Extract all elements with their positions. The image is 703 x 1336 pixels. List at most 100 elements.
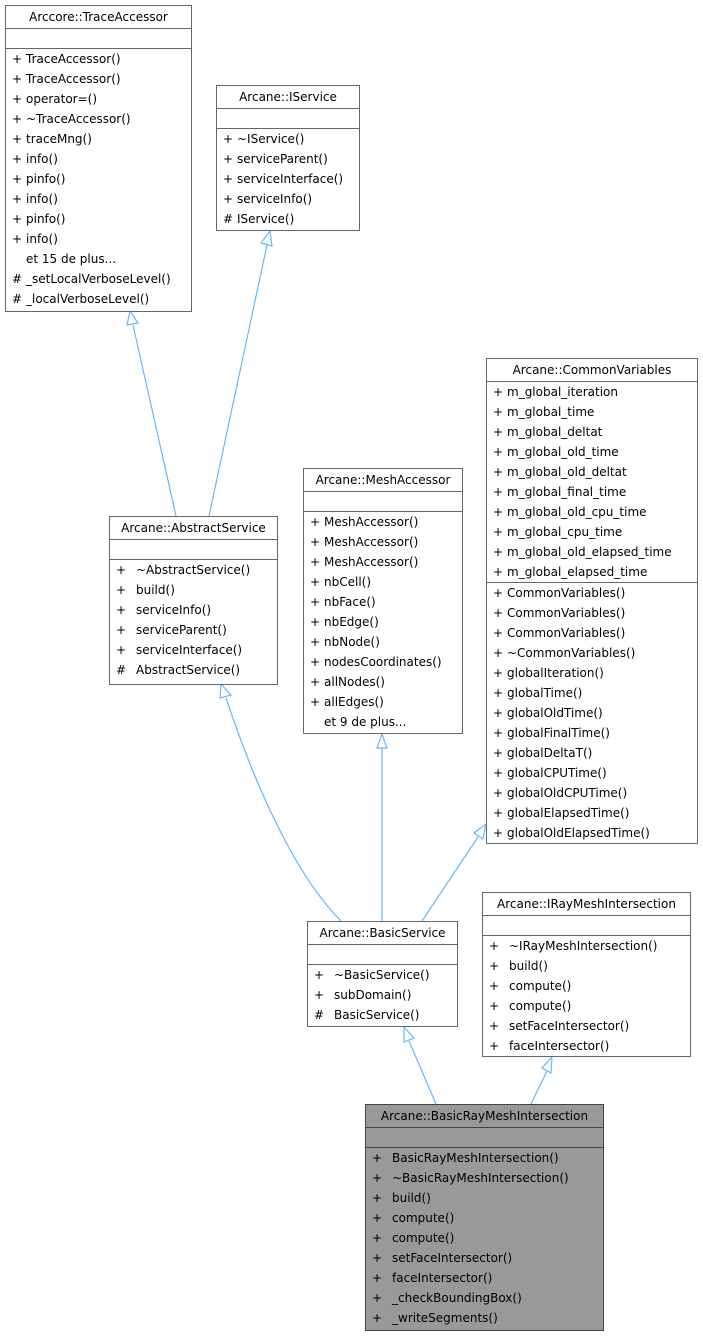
method-row[interactable]: + serviceInfo()	[116, 600, 277, 620]
method-row[interactable]: + setFaceIntersector()	[489, 1016, 690, 1036]
member-name[interactable]: compute()	[392, 1211, 454, 1225]
member-name[interactable]: _checkBoundingBox()	[392, 1291, 522, 1305]
member-name[interactable]: traceMng()	[26, 132, 92, 146]
class-title[interactable]: Arcane::IRayMeshIntersection	[483, 893, 690, 916]
member-name[interactable]: pinfo()	[26, 212, 66, 226]
member-name[interactable]: TraceAccessor()	[26, 72, 121, 86]
method-row[interactable]: + globalFinalTime()	[493, 723, 697, 743]
method-row[interactable]: + TraceAccessor()	[12, 69, 191, 89]
member-name[interactable]: m_global_deltat	[507, 425, 602, 439]
attribute-row[interactable]: + m_global_time	[493, 402, 697, 422]
method-row[interactable]: + globalTime()	[493, 683, 697, 703]
method-row[interactable]: + serviceInterface()	[116, 640, 277, 660]
member-name[interactable]: ~CommonVariables()	[507, 646, 635, 660]
method-row[interactable]: + ~CommonVariables()	[493, 643, 697, 663]
class-iray-mesh-intersection[interactable]: Arcane::IRayMeshIntersection + ~IRayMeshI…	[482, 892, 691, 1057]
method-row[interactable]: + allEdges()	[310, 692, 462, 712]
method-row[interactable]: + pinfo()	[12, 209, 191, 229]
member-name[interactable]: build()	[136, 583, 175, 597]
class-abstract-service[interactable]: Arcane::AbstractService + ~AbstractServic…	[109, 516, 278, 685]
method-row[interactable]: # AbstractService()	[116, 660, 277, 680]
method-row[interactable]: + globalOldCPUTime()	[493, 783, 697, 803]
attribute-row[interactable]: + m_global_iteration	[493, 382, 697, 402]
member-name[interactable]: nbFace()	[324, 595, 376, 609]
attribute-row[interactable]: + m_global_old_time	[493, 442, 697, 462]
method-row[interactable]: + subDomain()	[314, 985, 457, 1005]
member-name[interactable]: ~IService()	[237, 132, 304, 146]
member-name[interactable]: allEdges()	[324, 695, 384, 709]
class-title[interactable]: Arcane::IService	[217, 86, 359, 109]
member-name[interactable]: ~BasicRayMeshIntersection()	[392, 1171, 569, 1185]
member-name[interactable]: m_global_old_elapsed_time	[507, 545, 672, 559]
method-row[interactable]: + globalDeltaT()	[493, 743, 697, 763]
member-name[interactable]: ~BasicService()	[334, 968, 430, 982]
class-mesh-accessor[interactable]: Arcane::MeshAccessor + MeshAccessor() + Mes…	[303, 468, 463, 734]
member-name[interactable]: globalFinalTime()	[507, 726, 610, 740]
member-name[interactable]: IService()	[237, 212, 294, 226]
member-name[interactable]: serviceInterface()	[237, 172, 343, 186]
class-common-variables[interactable]: Arcane::CommonVariables + m_global_iterat…	[486, 358, 698, 844]
member-name[interactable]: serviceInfo()	[136, 603, 211, 617]
member-name[interactable]: _setLocalVerboseLevel()	[26, 272, 171, 286]
method-row[interactable]: + CommonVariables()	[493, 623, 697, 643]
more-members-link[interactable]: et 9 de plus...	[310, 712, 462, 732]
member-name[interactable]: globalOldCPUTime()	[507, 786, 627, 800]
member-name[interactable]: compute()	[509, 999, 571, 1013]
method-row[interactable]: + traceMng()	[12, 129, 191, 149]
member-name[interactable]: ~AbstractService()	[136, 563, 250, 577]
member-name[interactable]: serviceParent()	[237, 152, 328, 166]
member-name[interactable]: faceIntersector()	[392, 1271, 492, 1285]
method-row[interactable]: + ~AbstractService()	[116, 560, 277, 580]
member-name[interactable]: et 9 de plus...	[324, 715, 406, 729]
member-name[interactable]: info()	[26, 152, 58, 166]
class-title[interactable]: Arccore::TraceAccessor	[6, 6, 191, 29]
attribute-row[interactable]: + m_global_elapsed_time	[493, 562, 697, 582]
attribute-row[interactable]: + m_global_old_elapsed_time	[493, 542, 697, 562]
member-name[interactable]: nbCell()	[324, 575, 371, 589]
method-row[interactable]: + faceIntersector()	[372, 1268, 603, 1288]
method-row[interactable]: + compute()	[372, 1228, 603, 1248]
member-name[interactable]: globalOldElapsedTime()	[507, 826, 650, 840]
more-members-link[interactable]: et 15 de plus...	[12, 249, 191, 269]
method-row[interactable]: + nodesCoordinates()	[310, 652, 462, 672]
method-row[interactable]: + CommonVariables()	[493, 583, 697, 603]
member-name[interactable]: info()	[26, 232, 58, 246]
method-row[interactable]: # IService()	[223, 209, 359, 229]
member-name[interactable]: BasicRayMeshIntersection()	[392, 1151, 559, 1165]
class-title[interactable]: Arcane::CommonVariables	[487, 359, 697, 382]
member-name[interactable]: compute()	[392, 1231, 454, 1245]
method-row[interactable]: # _localVerboseLevel()	[12, 289, 191, 309]
member-name[interactable]: globalCPUTime()	[507, 766, 607, 780]
method-row[interactable]: + serviceInfo()	[223, 189, 359, 209]
attribute-row[interactable]: + m_global_final_time	[493, 482, 697, 502]
member-name[interactable]: operator=()	[26, 92, 97, 106]
method-row[interactable]: + serviceInterface()	[223, 169, 359, 189]
member-name[interactable]: CommonVariables()	[507, 626, 625, 640]
member-name[interactable]: m_global_iteration	[507, 385, 618, 399]
method-row[interactable]: + TraceAccessor()	[12, 49, 191, 69]
method-row[interactable]: + globalElapsedTime()	[493, 803, 697, 823]
method-row[interactable]: + globalOldTime()	[493, 703, 697, 723]
member-name[interactable]: m_global_time	[507, 405, 594, 419]
method-row[interactable]: + serviceParent()	[223, 149, 359, 169]
class-trace-accessor[interactable]: Arccore::TraceAccessor + TraceAccessor() +…	[5, 5, 192, 312]
member-name[interactable]: m_global_old_time	[507, 445, 619, 459]
member-name[interactable]: nodesCoordinates()	[324, 655, 442, 669]
attribute-row[interactable]: + m_global_deltat	[493, 422, 697, 442]
class-title[interactable]: Arcane::BasicService	[308, 922, 457, 945]
member-name[interactable]: nbNode()	[324, 635, 380, 649]
member-name[interactable]: globalTime()	[507, 686, 582, 700]
member-name[interactable]: globalDeltaT()	[507, 746, 592, 760]
member-name[interactable]: ~IRayMeshIntersection()	[509, 939, 657, 953]
method-row[interactable]: + MeshAccessor()	[310, 552, 462, 572]
member-name[interactable]: globalOldTime()	[507, 706, 603, 720]
member-name[interactable]: TraceAccessor()	[26, 52, 121, 66]
method-row[interactable]: + BasicRayMeshIntersection()	[372, 1148, 603, 1168]
method-row[interactable]: + CommonVariables()	[493, 603, 697, 623]
member-name[interactable]: serviceInterface()	[136, 643, 242, 657]
method-row[interactable]: + nbFace()	[310, 592, 462, 612]
member-name[interactable]: globalElapsedTime()	[507, 806, 629, 820]
attribute-row[interactable]: + m_global_old_cpu_time	[493, 502, 697, 522]
method-row[interactable]: + ~BasicService()	[314, 965, 457, 985]
method-row[interactable]: + ~BasicRayMeshIntersection()	[372, 1168, 603, 1188]
